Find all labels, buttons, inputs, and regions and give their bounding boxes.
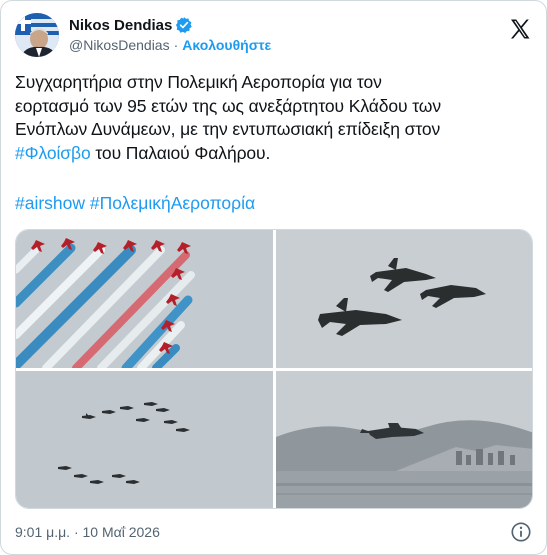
photo-red-arrows[interactable] bbox=[16, 230, 273, 368]
tweet-text-fragment: του Παλαιού Φαλήρου. bbox=[90, 142, 271, 163]
author-name-row: Nikos Dendias bbox=[69, 16, 193, 34]
tweet-header: Nikos Dendias @NikosDendias · Ακολουθήστ… bbox=[15, 13, 532, 59]
verified-badge-icon bbox=[175, 16, 193, 34]
info-icon[interactable] bbox=[510, 521, 532, 543]
hashtag-link[interactable]: #Φλοίσβο bbox=[15, 143, 91, 163]
tweet-timestamp[interactable]: 9:01 μ.μ. · 10 Μαΐ 2026 bbox=[15, 524, 160, 540]
author-handle[interactable]: @NikosDendias bbox=[69, 37, 170, 53]
media-grid bbox=[15, 229, 533, 509]
follow-button[interactable]: Ακολουθήστε bbox=[182, 37, 271, 53]
author-avatar[interactable] bbox=[15, 13, 59, 57]
tweet-card: Nikos Dendias @NikosDendias · Ακολουθήστ… bbox=[0, 0, 547, 555]
hashtag-link[interactable]: #airshow bbox=[15, 193, 85, 213]
hashtag-row: #airshow #ΠολεμικήΑεροπορία bbox=[15, 192, 255, 216]
author-name[interactable]: Nikos Dendias bbox=[69, 17, 172, 34]
photo-sea-flyby[interactable] bbox=[276, 371, 532, 508]
timestamp-text[interactable]: 9:01 μ.μ. · 10 Μαΐ 2026 bbox=[15, 524, 160, 540]
photo-jet-formation[interactable] bbox=[16, 371, 273, 508]
tweet-text-line: Ενόπλων Δυνάμεων, με την εντυπωσιακή επί… bbox=[15, 119, 441, 139]
hashtag-link[interactable]: #ΠολεμικήΑεροπορία bbox=[90, 193, 255, 213]
tweet-text-line: Συγχαρητήρια στην Πολεμική Αεροπορία για… bbox=[15, 72, 382, 92]
separator-dot: · bbox=[173, 37, 179, 53]
tweet-text-line: εορτασμό των 95 ετών της ως ανεξάρτητου … bbox=[15, 95, 442, 116]
tweet-text: Συγχαρητήρια στην Πολεμική Αεροπορία για… bbox=[15, 71, 535, 165]
x-logo-icon[interactable] bbox=[508, 17, 532, 41]
author-handle-row: @NikosDendias · Ακολουθήστε bbox=[69, 37, 271, 53]
photo-fighter-jets[interactable] bbox=[276, 230, 532, 368]
tweet-text-line: #Φλοίσβο του Παλαιού Φαλήρου. bbox=[15, 142, 535, 166]
